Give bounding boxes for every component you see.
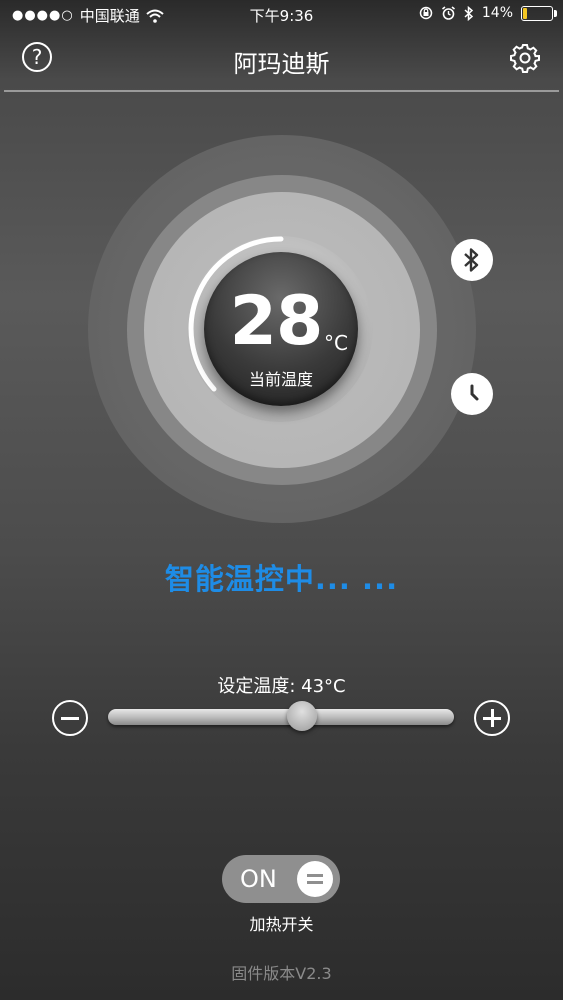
heater-toggle[interactable]: ON [222,855,340,903]
slider-thumb[interactable] [287,701,317,731]
page-title: 阿玛迪斯 [233,50,330,78]
status-bar: ●●●●○ 中国联通 下午9:36 14% [0,0,563,30]
toggle-state-label: ON [240,865,277,893]
clock-icon [470,384,479,401]
status-bar-right: 14% [419,5,557,21]
timer-button[interactable] [451,373,493,415]
temperature-unit: °C [324,331,348,355]
alarm-icon [441,5,455,20]
current-temperature-label: 当前温度 [248,370,313,389]
nav-divider [4,90,559,92]
increase-temp-button[interactable] [474,700,510,736]
temperature-slider[interactable] [108,709,454,725]
current-temperature: 28 [229,282,324,361]
control-status: 智能温控中... ... [164,562,399,596]
battery-icon [521,5,557,21]
battery-level [523,7,527,19]
bluetooth-icon [464,248,479,272]
firmware-version: 固件版本V2.3 [231,964,332,983]
battery-percent: 14% [481,5,513,21]
gear-icon[interactable] [509,42,541,74]
setpoint-label: 设定温度: 43°C [217,676,346,697]
bluetooth-button[interactable] [451,239,493,281]
nav-bar: ? 阿玛迪斯 [0,30,563,90]
toggle-knob [297,861,333,897]
decrease-temp-button[interactable] [52,700,88,736]
heater-toggle-caption: 加热开关 [249,915,314,934]
bluetooth-icon [464,5,474,21]
rotation-lock-icon [419,6,433,20]
